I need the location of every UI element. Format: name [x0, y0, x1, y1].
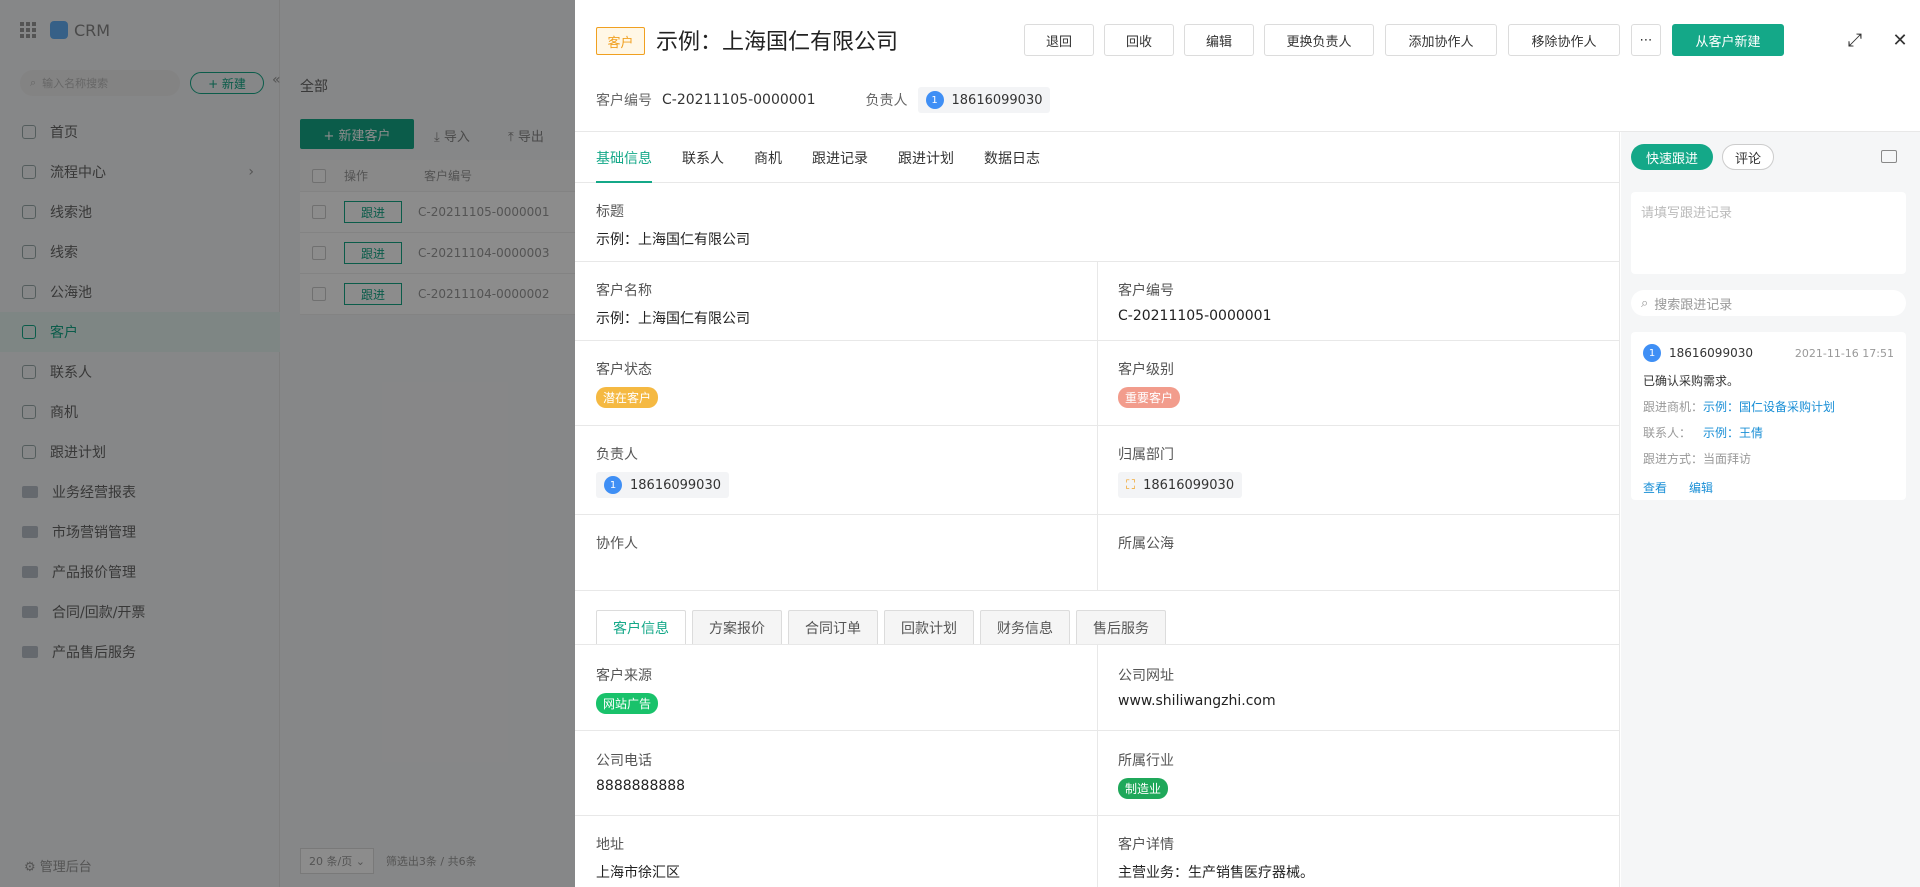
field-title: 标题 示例：上海国仁有限公司	[596, 204, 750, 248]
record-method: 跟进方式： 当面拜访	[1643, 452, 1752, 466]
org-chart-icon: ⛶	[1126, 477, 1136, 493]
field-industry: 所属行业 制造业	[1097, 750, 1174, 799]
owner-chip[interactable]: 1 18616099030	[596, 472, 729, 498]
comment-button[interactable]: 评论	[1722, 144, 1774, 170]
column-divider	[1097, 261, 1098, 590]
more-button[interactable]: ⋯	[1631, 24, 1661, 56]
tab-data-log[interactable]: 数据日志	[984, 132, 1040, 183]
field-department: 归属部门 ⛶ 18616099030	[1097, 444, 1243, 498]
field-collaborators: 协作人	[596, 536, 638, 552]
record-type-tag: 客户	[596, 27, 645, 55]
subtab-customer-info[interactable]: 客户信息	[596, 610, 686, 645]
follow-search-input[interactable]: ⌕ 搜索跟进记录	[1631, 290, 1906, 316]
tab-basic-info[interactable]: 基础信息	[596, 132, 652, 183]
subtab-finance[interactable]: 财务信息	[980, 610, 1070, 644]
drawer-header: 客户 示例：上海国仁有限公司 退回 回收 编辑 更换负责人 添加协作人 移除协作…	[575, 0, 1920, 132]
tab-follow-records[interactable]: 跟进记录	[812, 132, 868, 183]
edit-button[interactable]: 编辑	[1184, 24, 1254, 56]
page-title: 示例：上海国仁有限公司	[656, 30, 899, 55]
new-from-customer-button[interactable]: 从客户新建	[1672, 24, 1784, 56]
field-customer-status: 客户状态 潜在客户	[575, 359, 659, 408]
add-collaborator-button[interactable]: 添加协作人	[1385, 24, 1497, 56]
tab-contacts[interactable]: 联系人	[682, 132, 724, 183]
quick-follow-button[interactable]: 快速跟进	[1631, 144, 1713, 170]
record-time: 2021-11-16 17:51	[1794, 346, 1894, 360]
field-customer-detail: 客户详情 主营业务：生产销售医疗器械。	[1118, 837, 1314, 881]
tab-follow-plans[interactable]: 跟进计划	[898, 132, 954, 183]
record-opportunity: 跟进商机： 示例：国仁设备采购计划	[1643, 400, 1836, 414]
change-owner-button[interactable]: 更换负责人	[1264, 24, 1374, 56]
record-header: 1 18616099030 2021-11-16 17:51	[1643, 344, 1894, 362]
subtab-after-sales[interactable]: 售后服务	[1076, 610, 1166, 644]
customer-detail-drawer: 客户 示例：上海国仁有限公司 退回 回收 编辑 更换负责人 添加协作人 移除协作…	[575, 0, 1920, 887]
field-website: 公司网址 www.shiliwangzhi.com	[1118, 668, 1276, 709]
level-badge: 重要客户	[1118, 387, 1181, 408]
field-owner: 负责人 1 18616099030	[575, 444, 729, 498]
field-customer-code: 客户编号 C-20211105-0000001	[1118, 283, 1272, 324]
follow-record-textarea[interactable]: 请填写跟进记录	[1631, 192, 1906, 274]
header-meta: 客户编号 C-20211105-0000001 负责人 1 18616099030	[596, 87, 1051, 113]
field-customer-level: 客户级别 重要客户	[1097, 359, 1181, 408]
website-link[interactable]: www.shiliwangzhi.com	[1118, 693, 1276, 709]
record-content: 已确认采购需求。	[1643, 374, 1740, 388]
expand-icon[interactable]: ⤢	[1843, 28, 1867, 52]
field-source: 客户来源 网站广告	[575, 665, 659, 714]
panel-toggle-icon[interactable]	[1881, 150, 1897, 163]
field-phone: 公司电话 8888888888	[596, 753, 686, 794]
field-address: 地址 上海市徐汇区	[596, 837, 680, 881]
divider	[575, 590, 1620, 591]
view-link[interactable]: 查看	[1643, 479, 1667, 496]
search-icon: ⌕	[1641, 295, 1649, 311]
tab-opportunities[interactable]: 商机	[754, 132, 782, 183]
subtab-orders[interactable]: 合同订单	[788, 610, 878, 644]
industry-badge: 制造业	[1118, 778, 1169, 799]
subtab-quotes[interactable]: 方案报价	[692, 610, 782, 644]
sub-tabs: 客户信息 方案报价 合同订单 回款计划 财务信息 售后服务	[596, 610, 1166, 645]
recycle-button[interactable]: 回收	[1104, 24, 1174, 56]
follow-up-panel: 快速跟进 评论 请填写跟进记录 ⌕ 搜索跟进记录 1 18616099030 20…	[1621, 132, 1920, 887]
return-button[interactable]: 退回	[1024, 24, 1094, 56]
record-contact: 联系人： 示例：王倩	[1643, 426, 1764, 440]
record-actions: 查看 编辑	[1643, 479, 1894, 496]
field-customer-name: 客户名称 示例：上海国仁有限公司	[596, 283, 750, 327]
detail-tabs: 基础信息 联系人 商机 跟进记录 跟进计划 数据日志	[575, 132, 1619, 183]
close-icon[interactable]: ✕	[1888, 28, 1912, 52]
follow-record-card: 1 18616099030 2021-11-16 17:51 已确认采购需求。 …	[1631, 332, 1906, 500]
department-chip[interactable]: ⛶ 18616099030	[1118, 472, 1243, 498]
field-public-sea: 所属公海	[1118, 536, 1174, 552]
app-root: CRM ⌕ 输入名称搜索 + 新建 « 首页 流程中心 › 线索池 线索 公海池 客…	[0, 0, 1920, 887]
customer-code: C-20211105-0000001	[662, 92, 816, 108]
avatar: 1	[925, 91, 944, 109]
column-divider	[1097, 644, 1098, 887]
source-badge: 网站广告	[596, 693, 659, 714]
edit-link[interactable]: 编辑	[1689, 479, 1713, 496]
detail-content: 基础信息 联系人 商机 跟进记录 跟进计划 数据日志 标题 示例：上海国仁有限公司…	[575, 132, 1620, 887]
avatar: 1	[604, 476, 622, 494]
status-badge: 潜在客户	[596, 387, 659, 408]
remove-collaborator-button[interactable]: 移除协作人	[1508, 24, 1620, 56]
modal-overlay[interactable]	[0, 0, 575, 887]
owner-chip[interactable]: 1 18616099030	[917, 87, 1051, 113]
subtab-payment-plan[interactable]: 回款计划	[884, 610, 974, 644]
avatar: 1	[1643, 344, 1661, 362]
